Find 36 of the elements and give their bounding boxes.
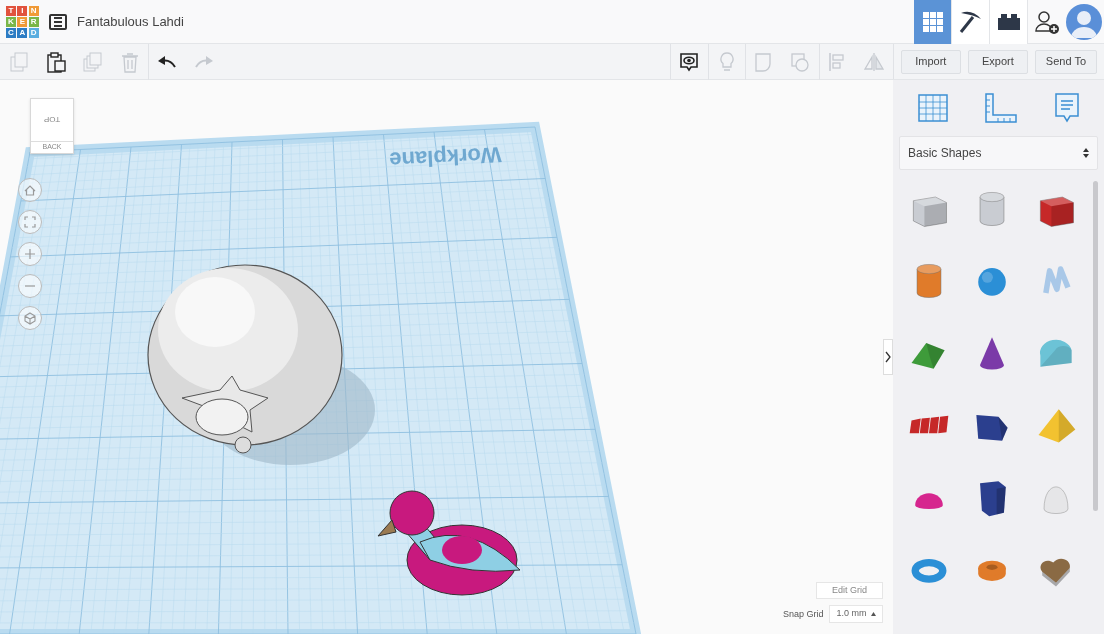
workplane-label: Workplane: [388, 142, 502, 173]
pickaxe-icon[interactable]: [952, 0, 990, 44]
shape-category-dropdown[interactable]: Basic Shapes: [899, 136, 1098, 170]
perspective-cube-icon[interactable]: [18, 306, 42, 330]
scrollbar[interactable]: [1093, 181, 1098, 511]
collapse-panel-handle[interactable]: [883, 339, 893, 375]
snap-grid-label: Snap Grid: [783, 608, 824, 621]
duck-drawing[interactable]: [377, 490, 521, 596]
logo-letter: T: [6, 5, 16, 16]
logo-letter: E: [17, 16, 28, 27]
edit-grid-button[interactable]: Edit Grid: [816, 582, 883, 599]
design-title[interactable]: Fantabulous Lahdi: [77, 11, 184, 32]
logo-letter: C: [6, 27, 16, 38]
outline-menu-icon[interactable]: [49, 13, 67, 30]
ruler-icon[interactable]: [983, 92, 1018, 124]
egg-shape-drawing[interactable]: [147, 264, 343, 454]
zoom-in-icon[interactable]: [18, 242, 42, 266]
brick-icon[interactable]: [990, 0, 1028, 44]
logo-letter: K: [6, 16, 16, 27]
up-down-caret-icon[interactable]: [1083, 148, 1089, 158]
view-cube-top-label: TOP: [43, 114, 61, 125]
logo-letter: I: [17, 5, 28, 16]
caret-icon[interactable]: [870, 612, 876, 616]
send-to-button[interactable]: Send To: [1034, 49, 1097, 74]
notes-icon[interactable]: [1052, 92, 1081, 124]
logo-letter: N: [28, 5, 39, 16]
snap-grid-dropdown[interactable]: 1.0 mm: [829, 605, 883, 623]
export-button[interactable]: Export: [967, 49, 1028, 74]
logo-letter: A: [17, 27, 28, 38]
home-icon[interactable]: [18, 178, 42, 202]
workplane-icon[interactable]: [916, 92, 949, 124]
logo-letter: D: [28, 27, 39, 38]
logo-letter: R: [28, 16, 39, 27]
fit-view-icon[interactable]: [18, 210, 42, 234]
import-button[interactable]: Import: [900, 49, 961, 74]
zoom-out-icon[interactable]: [18, 274, 42, 298]
